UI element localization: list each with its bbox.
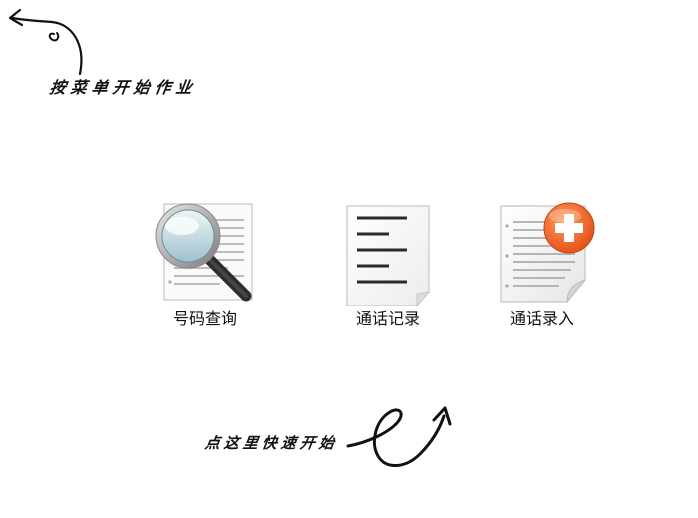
- call-records-button[interactable]: 通话记录: [333, 196, 443, 336]
- tile-label: 通话录入: [509, 309, 574, 328]
- quick-start-arrow-icon: [346, 406, 452, 467]
- document-add-icon: [500, 202, 595, 304]
- magnifier-document-icon: [155, 203, 253, 302]
- tile-label: 通话记录: [355, 309, 420, 328]
- quick-start-hint-text: 点这里快速开始: [203, 434, 340, 452]
- document-lines-icon: [346, 205, 431, 306]
- number-query-button[interactable]: 号码查询: [150, 196, 260, 336]
- tile-label: 号码查询: [172, 309, 237, 328]
- menu-hint-text: 按菜单开始作业: [48, 78, 199, 97]
- call-entry-button[interactable]: 通话录入: [487, 196, 597, 336]
